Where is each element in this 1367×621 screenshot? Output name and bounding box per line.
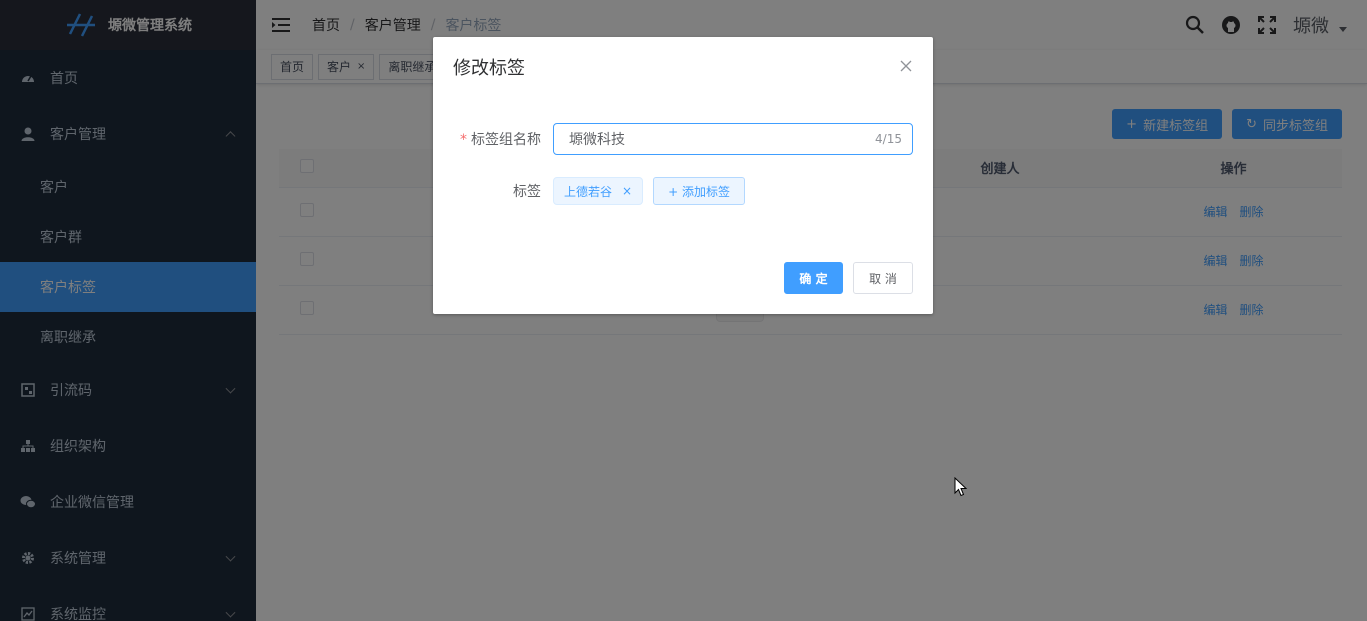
form-row-group-name: *标签组名称 4/15 [453,123,913,155]
group-name-input[interactable] [569,131,876,147]
group-name-label: * 标签组名称 [460,132,541,148]
tag-chip: 上德若谷 × [553,177,644,205]
cancel-button[interactable]: 取 消 [853,262,913,294]
dialog-title: 修改标签 [453,58,525,79]
close-icon[interactable]: × [622,184,632,198]
close-icon[interactable] [899,59,913,73]
edit-tag-dialog: 修改标签 *标签组名称 4/15 标签 上德若谷 × + 添加标签 [433,37,933,314]
dialog-body: *标签组名称 4/15 标签 上德若谷 × + 添加标签 [433,93,933,205]
form-row-tags: 标签 上德若谷 × + 添加标签 [453,177,913,205]
dialog-footer: 确 定 取 消 [784,262,913,294]
tags-label: 标签 [513,184,541,200]
confirm-button[interactable]: 确 定 [784,262,843,294]
mouse-cursor-icon [954,477,968,497]
group-name-input-wrapper[interactable]: 4/15 [553,123,913,155]
dialog-header: 修改标签 [433,37,933,93]
required-asterisk: * [460,132,467,148]
tags-container: 上德若谷 × + 添加标签 [553,177,745,205]
add-tag-button[interactable]: + 添加标签 [653,177,745,205]
char-count: 4/15 [875,132,902,146]
